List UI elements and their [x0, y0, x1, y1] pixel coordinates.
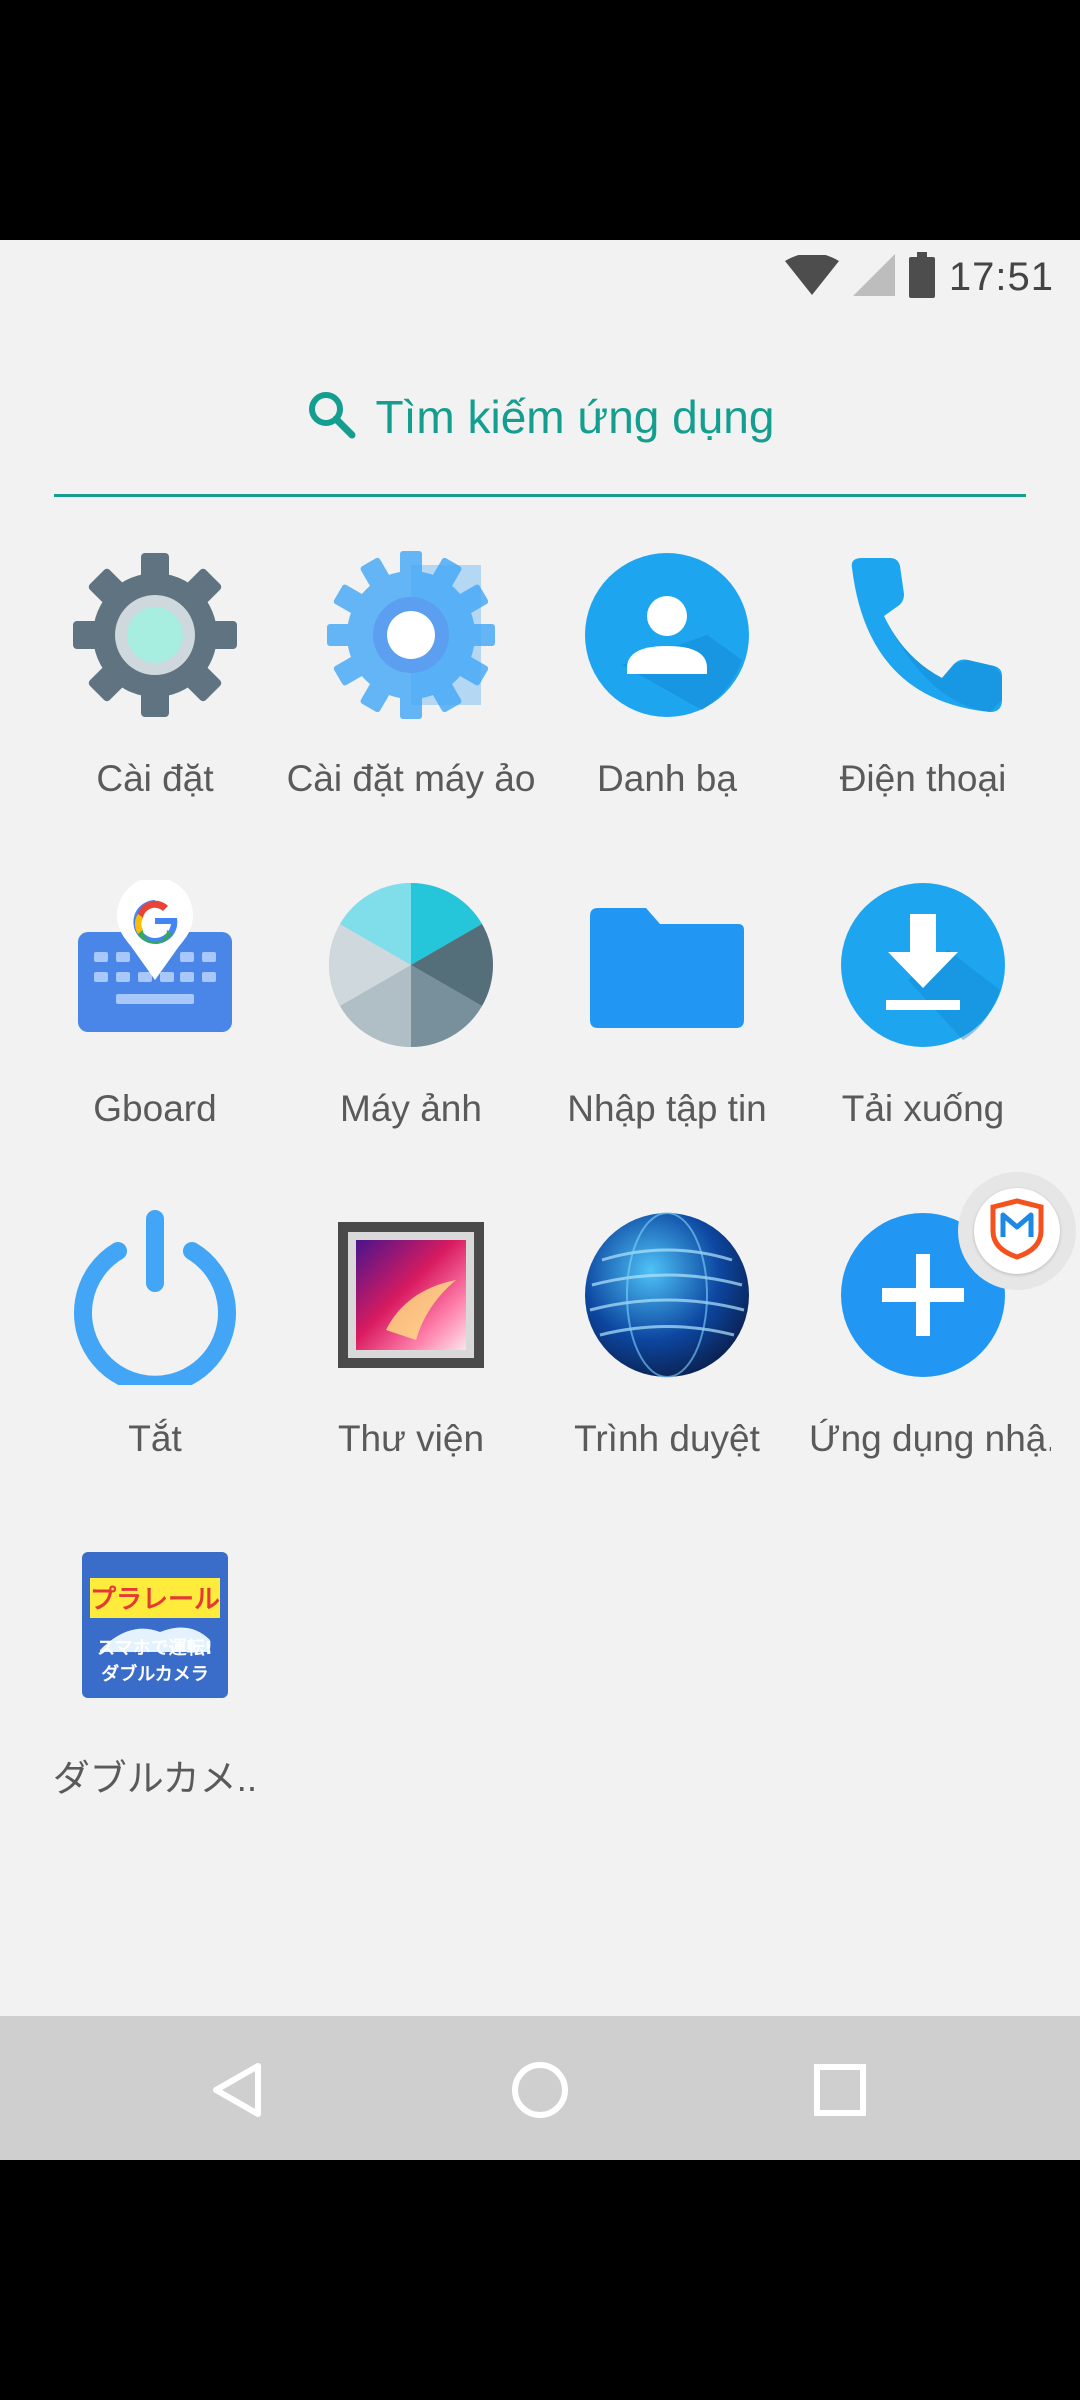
plarail-double-camera-icon: プラレール スマホで運転! ダブルカメラ — [70, 1540, 240, 1710]
app-label: Cài đặt — [96, 758, 214, 799]
app-gboard[interactable]: Gboard — [27, 880, 283, 1210]
globe-icon — [582, 1210, 752, 1380]
app-drawer-screen: 17:51 Tìm kiếm ứng dụng Cài đặt Cài đặt … — [0, 240, 1080, 2160]
search-icon — [306, 389, 358, 446]
navigation-bar — [0, 2016, 1080, 2160]
app-label: Danh bạ — [597, 758, 737, 799]
app-downloads[interactable]: Tải xuống — [795, 880, 1051, 1210]
vm-settings-gear-icon — [326, 550, 496, 720]
app-label: Cài đặt máy ảo — [286, 758, 536, 799]
download-icon — [838, 880, 1008, 1050]
app-power-off[interactable]: Tắt — [27, 1210, 283, 1540]
bottom-black-bezel — [0, 2160, 1080, 2400]
gboard-icon — [70, 880, 240, 1050]
camera-aperture-icon — [326, 880, 496, 1050]
battery-icon — [908, 251, 935, 303]
top-black-bezel — [0, 0, 1080, 240]
icon-text-bottom-2: ダブルカメラ — [101, 1663, 208, 1685]
gallery-icon — [326, 1210, 496, 1380]
app-label: Thư viện — [337, 1418, 485, 1459]
app-contacts[interactable]: Danh bạ — [539, 550, 795, 880]
app-camera[interactable]: Máy ảnh — [283, 880, 539, 1210]
app-search-bar[interactable]: Tìm kiếm ứng dụng — [54, 360, 1026, 497]
recents-icon[interactable] — [812, 2062, 868, 2123]
power-icon — [70, 1210, 240, 1385]
app-gallery[interactable]: Thư viện — [283, 1210, 539, 1540]
status-time: 17:51 — [948, 254, 1054, 299]
home-icon[interactable] — [510, 2060, 570, 2125]
app-browser[interactable]: Trình duyệt — [539, 1210, 795, 1540]
phone-icon — [838, 550, 1008, 720]
app-file-import[interactable]: Nhập tập tin — [539, 880, 795, 1210]
app-label: Tắt — [128, 1418, 182, 1459]
app-label: Gboard — [93, 1088, 217, 1129]
back-icon[interactable] — [208, 2060, 268, 2125]
signal-icon — [852, 253, 895, 301]
app-settings[interactable]: Cài đặt — [27, 550, 283, 880]
icon-text-top: プラレール — [90, 1585, 220, 1615]
app-label: Điện thoại — [839, 758, 1007, 799]
app-label: Tải xuống — [841, 1088, 1005, 1129]
folder-icon — [582, 880, 752, 1050]
app-vm-settings[interactable]: Cài đặt máy ảo — [283, 550, 539, 880]
app-label: Ứng dụng nhậ.. — [809, 1418, 1051, 1459]
floating-assistant-badge[interactable] — [958, 1172, 1076, 1290]
app-label: Máy ảnh — [340, 1088, 482, 1129]
m-shield-icon — [985, 1197, 1049, 1266]
app-label: ダブルカメ.. — [52, 1758, 258, 1799]
app-phone[interactable]: Điện thoại — [795, 550, 1051, 880]
status-bar: 17:51 — [0, 240, 1080, 310]
app-double-camera[interactable]: プラレール スマホで運転! ダブルカメラ ダブルカメ.. — [27, 1540, 283, 1870]
search-label: Tìm kiếm ứng dụng — [375, 391, 775, 443]
settings-gear-icon — [70, 550, 240, 720]
app-label: Nhập tập tin — [567, 1088, 767, 1129]
contacts-icon — [582, 550, 752, 720]
app-label: Trình duyệt — [574, 1418, 760, 1459]
icon-text-bottom-1: スマホで運転! — [97, 1637, 213, 1659]
wifi-icon — [784, 252, 839, 300]
